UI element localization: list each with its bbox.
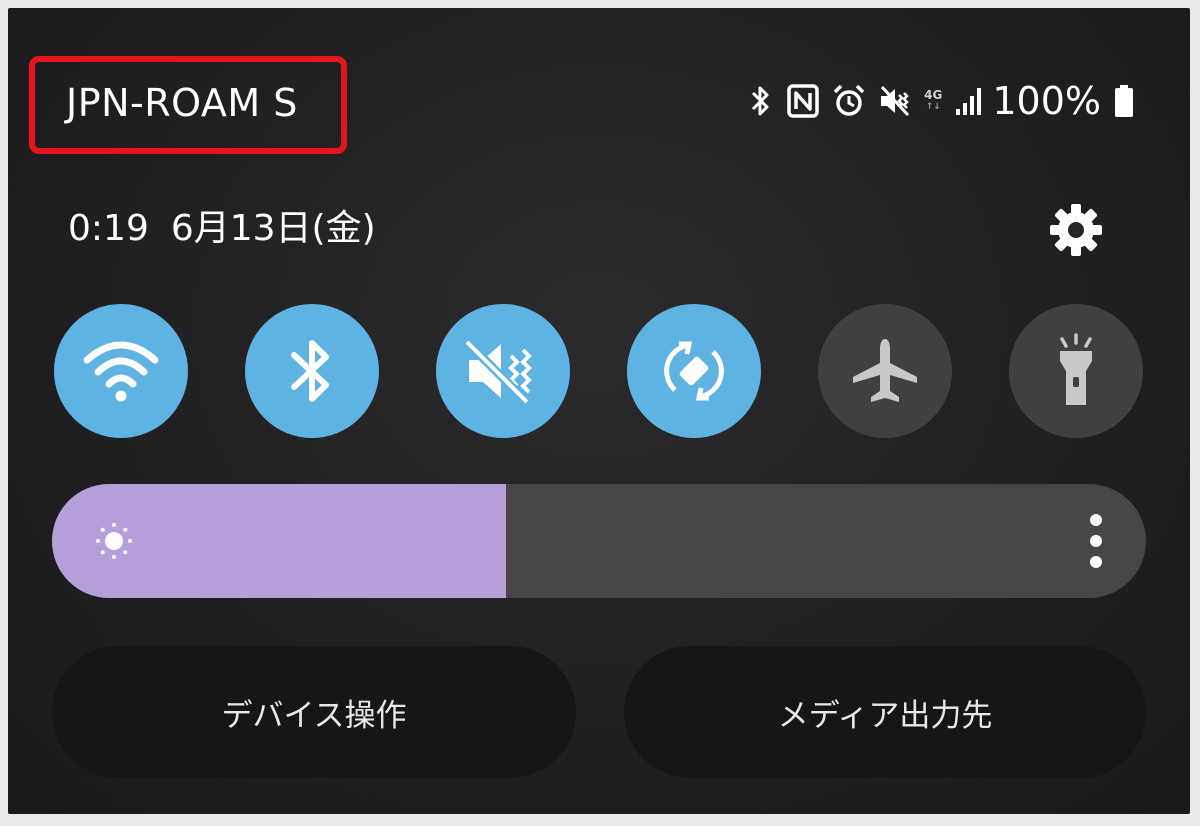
network-type: 4G: [924, 88, 943, 102]
device-control-button[interactable]: デバイス操作: [52, 646, 576, 778]
battery-icon: [1115, 85, 1133, 117]
tile-flashlight[interactable]: [1009, 304, 1143, 438]
bluetooth-icon: [752, 86, 769, 116]
flashlight-icon: [1060, 333, 1092, 405]
sun-icon: [96, 523, 132, 559]
date: 6月13日(金): [170, 208, 376, 249]
datetime: 0:19 6月13日(金): [68, 206, 376, 252]
carrier-name: JPN-ROAM S: [66, 81, 298, 125]
tile-airplane[interactable]: [818, 304, 952, 438]
tile-mute[interactable]: [436, 304, 570, 438]
settings-button[interactable]: [1044, 198, 1108, 262]
tile-wifi[interactable]: [54, 304, 188, 438]
alarm-icon: [833, 84, 865, 116]
bluetooth-icon: [291, 340, 329, 402]
quick-tiles: [54, 304, 1154, 440]
network-4g-icon: 4G ↑↓: [924, 88, 943, 112]
nfc-icon: [787, 84, 819, 118]
mute-vibrate-icon: [463, 338, 532, 406]
status-icons: 4G ↑↓ 100%: [748, 78, 1135, 124]
tile-bluetooth[interactable]: [245, 304, 379, 438]
media-output-button[interactable]: メディア出力先: [624, 646, 1146, 778]
gear-icon: [1050, 204, 1102, 256]
brightness-slider[interactable]: [52, 484, 1146, 598]
clock: 0:19: [68, 208, 149, 249]
signal-icon: [956, 88, 982, 115]
airplane-icon: [853, 339, 917, 402]
wifi-icon: [83, 341, 159, 402]
tile-auto-rotate[interactable]: [627, 304, 761, 438]
mute-icon: [881, 85, 910, 117]
battery-percentage: 100%: [992, 79, 1101, 123]
more-vert-icon[interactable]: [1086, 514, 1106, 568]
quick-settings-panel: JPN-ROAM S 4G ↑↓ 100% 0:19 6月13日(金) デバイス…: [8, 8, 1190, 814]
rotate-icon: [664, 341, 724, 401]
